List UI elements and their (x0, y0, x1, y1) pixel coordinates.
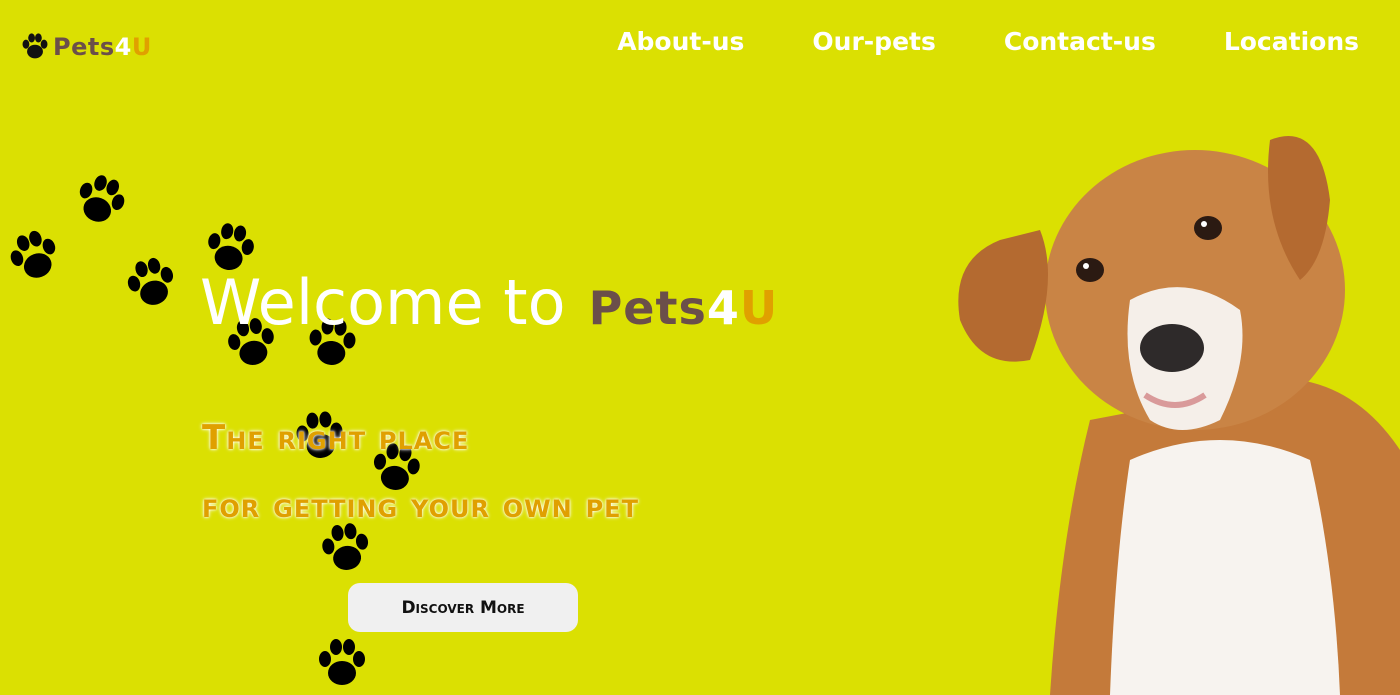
landing-page: Pets4U About-us Our-pets Contact-us Loca… (0, 0, 1400, 695)
paw-print-icon (127, 257, 174, 305)
hero-brand-name: Pets4U (572, 281, 779, 335)
logo-text-pets: Pets (53, 33, 115, 61)
hero-welcome-text: Welcome to (200, 266, 566, 339)
hero-tagline-line2: for getting your own pet (202, 486, 639, 526)
paw-icon (22, 33, 48, 59)
hero-tagline-line1: The right place (202, 418, 470, 458)
logo-text-4: 4 (114, 33, 132, 61)
hero-brand-u: U (739, 281, 779, 335)
nav-locations[interactable]: Locations (1224, 27, 1359, 56)
paw-print-icon (79, 175, 125, 222)
logo-text: Pets4U (53, 33, 152, 61)
logo-text-u: U (131, 33, 152, 61)
paw-print-icon (322, 523, 369, 570)
paw-print-icon (319, 639, 365, 685)
discover-more-button[interactable]: Discover More (348, 583, 578, 632)
paw-print-icon (10, 230, 56, 278)
nav-our-pets[interactable]: Our-pets (812, 27, 935, 56)
hero-brand-pets: Pets (588, 281, 707, 335)
puppy-image (958, 136, 1400, 695)
hero-title: Welcome to Pets4U (200, 258, 778, 353)
main-nav: About-us Our-pets Contact-us Locations (549, 27, 1359, 56)
nav-about-us[interactable]: About-us (617, 27, 744, 56)
site-logo[interactable]: Pets4U (18, 30, 152, 64)
nav-contact-us[interactable]: Contact-us (1004, 27, 1156, 56)
hero-brand-4: 4 (706, 281, 740, 335)
